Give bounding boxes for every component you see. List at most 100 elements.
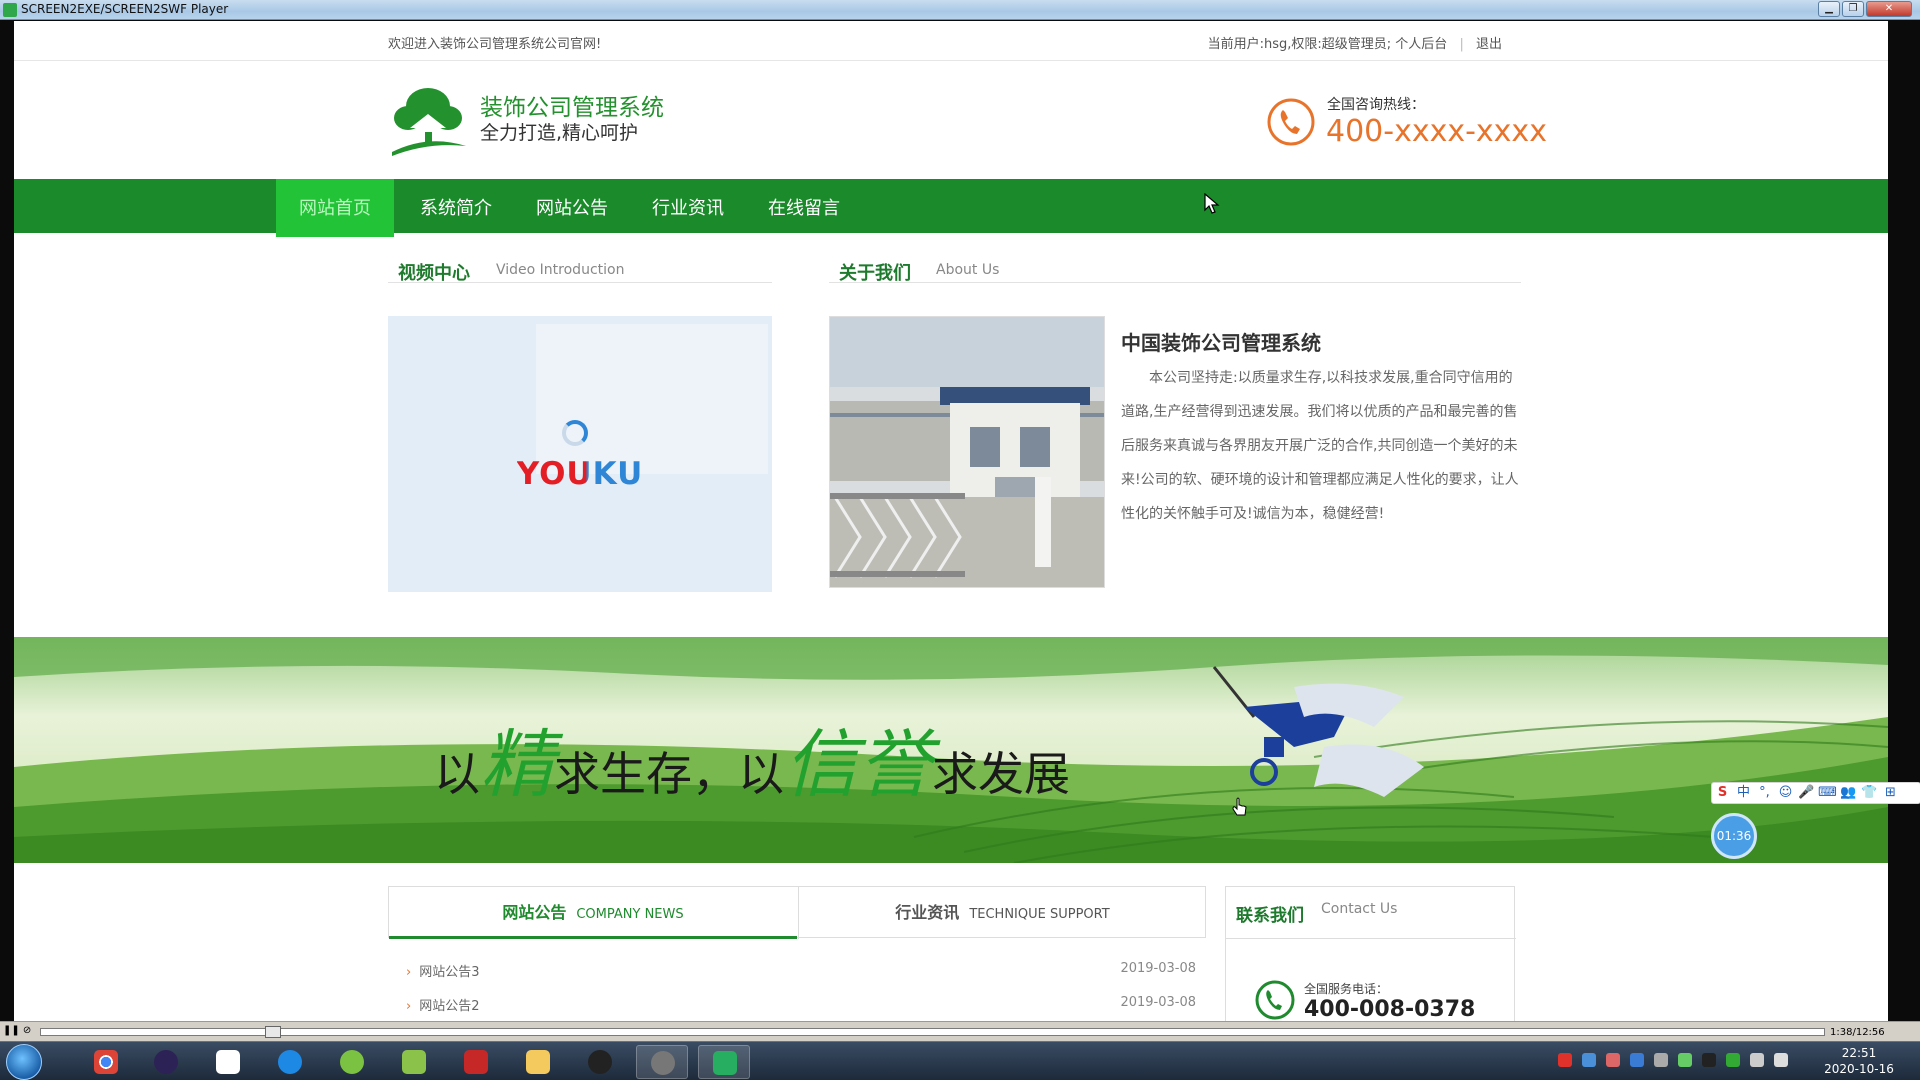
tab-label-en: TECHNIQUE SUPPORT	[969, 907, 1110, 922]
welcome-text: 欢迎进入装饰公司管理系统公司官网!	[388, 37, 602, 52]
user-area: 当前用户:hsg,权限:超级管理员; 个人后台 | 退出	[1208, 33, 1502, 52]
ime-lang-toggle[interactable]: 中	[1733, 783, 1754, 803]
top-bar: 欢迎进入装饰公司管理系统公司官网! 当前用户:hsg,权限:超级管理员; 个人后…	[14, 21, 1888, 61]
shield-icon[interactable]	[1630, 1053, 1644, 1067]
video-brand: YOUKU	[516, 456, 644, 492]
hotline-label: 全国咨询热线：	[1327, 97, 1425, 113]
arrow-right-icon: ›	[406, 965, 412, 980]
qq-app-icon[interactable]	[574, 1045, 626, 1079]
maximize-button[interactable]: ❐	[1842, 1, 1864, 17]
taskbar: 22:51 2020-10-16	[0, 1041, 1920, 1080]
windows-start-icon[interactable]	[6, 1044, 42, 1080]
player-app-icon[interactable]	[698, 1045, 750, 1079]
qq-tray-icon[interactable]	[1702, 1053, 1716, 1067]
banner-text-1: 以	[434, 747, 480, 801]
phone-icon	[1255, 980, 1295, 1020]
nav-item-message[interactable]: 在线留言	[754, 179, 854, 233]
window-title: SCREEN2EXE/SCREEN2SWF Player	[21, 2, 229, 16]
browser-app-icon[interactable]	[264, 1045, 316, 1079]
sogou-tray-icon[interactable]	[1558, 1053, 1572, 1067]
video-title-cn: 视频中心	[398, 263, 470, 284]
network-icon[interactable]	[1726, 1053, 1740, 1067]
tab-technique-support[interactable]: 行业资讯 TECHNIQUE SUPPORT	[798, 887, 1206, 939]
video-player[interactable]: YOUKU	[388, 316, 772, 592]
tray-icon[interactable]	[1654, 1053, 1668, 1067]
tab-label-cn: 行业资讯	[895, 903, 960, 922]
main-nav: 网站首页 系统简介 网站公告 行业资讯 在线留言	[14, 179, 1888, 237]
phone-icon	[1267, 98, 1315, 146]
volume-icon[interactable]	[1750, 1053, 1764, 1067]
nav-item-industry[interactable]: 行业资讯	[638, 179, 738, 233]
site-name: 装饰公司管理系统	[480, 95, 664, 121]
seek-track[interactable]	[40, 1028, 1825, 1036]
user-info: 当前用户:hsg,权限:超级管理员;	[1207, 37, 1392, 52]
contact-number: 400-008-0378	[1304, 997, 1476, 1021]
banner-text-2: 求生存，以	[554, 747, 784, 801]
video-title-en: Video Introduction	[496, 262, 625, 278]
ime-skin-icon[interactable]: 👕	[1859, 783, 1880, 803]
ime-keyboard-icon[interactable]: ⌨	[1817, 783, 1838, 803]
chart-app-icon[interactable]	[388, 1045, 440, 1079]
tab-company-news[interactable]: 网站公告 COMPANY NEWS	[389, 887, 797, 939]
house-tree-icon[interactable]	[388, 82, 468, 158]
flag-icon[interactable]	[1774, 1053, 1788, 1067]
page-viewport: 欢迎进入装饰公司管理系统公司官网! 当前用户:hsg,权限:超级管理员; 个人后…	[14, 21, 1888, 1021]
ime-user-icon[interactable]: 👥	[1838, 783, 1859, 803]
site-slogan: 全力打造,精心呵护	[480, 122, 639, 144]
separator: |	[1459, 37, 1464, 52]
nav-item-home[interactable]: 网站首页	[276, 179, 394, 237]
contact-label: 全国服务电话：	[1304, 982, 1389, 996]
ime-toolbar: S 中 °, ☺ 🎤 ⌨ 👥 👕 ⊞	[1711, 782, 1920, 804]
about-title-cn: 关于我们	[839, 263, 911, 284]
chrome-app-icon[interactable]	[80, 1045, 132, 1079]
banner-text-big-2: 信誉	[784, 722, 932, 808]
arrow-right-icon: ›	[406, 999, 412, 1014]
banner-slogan: 以精求生存，以信誉求发展	[434, 705, 1070, 812]
sogou-icon[interactable]: S	[1712, 783, 1733, 803]
window-titlebar: SCREEN2EXE/SCREEN2SWF Player ▁ ❐ ✕	[0, 0, 1920, 20]
ime-punct-toggle[interactable]: °,	[1754, 783, 1775, 803]
tray-icon[interactable]	[1678, 1053, 1692, 1067]
tab-label-en: COMPANY NEWS	[576, 907, 684, 922]
eclipse-app-icon[interactable]	[140, 1045, 192, 1079]
list-item[interactable]: › 网站公告3 2019-03-08	[406, 961, 1196, 995]
clock-time: 22:51	[1841, 1046, 1877, 1060]
about-heading: 中国装饰公司管理系统	[1121, 331, 1321, 355]
hotline-number: 400-xxxx-xxxx	[1326, 114, 1547, 149]
taskbar-clock[interactable]: 22:51 2020-10-16	[1822, 1045, 1896, 1077]
flash-app-icon[interactable]	[450, 1045, 502, 1079]
ime-menu-icon[interactable]: ⊞	[1880, 783, 1901, 803]
banner-text-3: 求发展	[932, 747, 1070, 801]
divider	[1226, 938, 1516, 939]
ime-voice-icon[interactable]: 🎤	[1796, 783, 1817, 803]
news-title[interactable]: 网站公告2	[419, 999, 479, 1014]
company-photo	[829, 316, 1105, 588]
baidu-app-icon[interactable]	[202, 1045, 254, 1079]
personal-center-link[interactable]: 个人后台	[1395, 37, 1447, 52]
close-button[interactable]: ✕	[1866, 1, 1912, 17]
news-title[interactable]: 网站公告3	[419, 965, 479, 980]
tray-icon[interactable]	[1606, 1053, 1620, 1067]
list-item[interactable]: › 网站公告2 2019-03-08	[406, 995, 1196, 1021]
video-section-title: 视频中心 Video Introduction	[388, 253, 772, 284]
ime-emoji-icon[interactable]: ☺	[1775, 783, 1796, 803]
about-paragraph: 本公司坚持走:以质量求生存,以科技求发展,重合同守信用的道路,生产经营得到迅速发…	[1121, 370, 1519, 522]
nav-item-notice[interactable]: 网站公告	[522, 179, 622, 233]
green-app-icon[interactable]	[326, 1045, 378, 1079]
avatar-app-icon[interactable]	[636, 1045, 688, 1079]
system-tray	[1558, 1052, 1798, 1072]
tray-icon[interactable]	[1582, 1053, 1596, 1067]
news-tabs: 网站公告 COMPANY NEWS 行业资讯 TECHNIQUE SUPPORT	[388, 886, 1206, 939]
nav-item-intro[interactable]: 系统简介	[406, 179, 506, 233]
tab-label-cn: 网站公告	[502, 903, 567, 922]
minimize-button[interactable]: ▁	[1818, 1, 1840, 17]
seek-thumb[interactable]	[265, 1026, 281, 1038]
hero-banner: 以精求生存，以信誉求发展	[14, 637, 1888, 863]
video-panel	[536, 324, 768, 474]
pause-icon[interactable]: ❚❚ ⊘	[3, 1025, 31, 1036]
explorer-app-icon[interactable]	[512, 1045, 564, 1079]
recording-timer[interactable]: 01:36	[1711, 813, 1757, 859]
logout-link[interactable]: 退出	[1476, 37, 1502, 52]
contact-box: 联系我们 Contact Us 全国服务电话： 400-008-0378	[1225, 886, 1516, 1021]
about-title-en: About Us	[936, 262, 1000, 278]
